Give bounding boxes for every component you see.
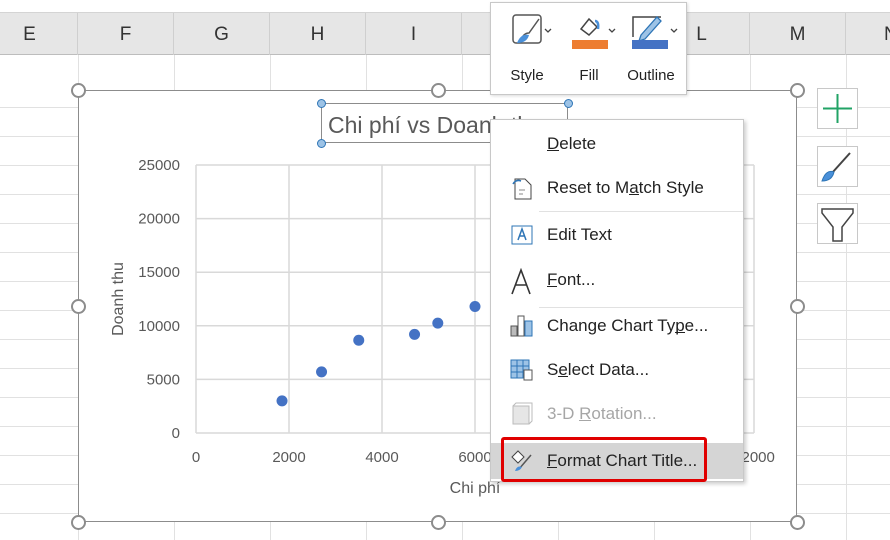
data-point [469,301,481,313]
highlight-box [501,437,707,482]
title-handle[interactable] [563,98,573,108]
menu-item-edit-text[interactable]: Edit Text [491,217,743,253]
column-header-i[interactable]: I [366,13,462,55]
x-tick-label: 6000 [458,449,491,466]
column-header-e[interactable]: E [0,13,78,55]
select-data-icon [509,358,535,382]
data-point [432,317,444,329]
x-tick-label: 2000 [272,449,305,466]
resize-handle-left[interactable] [70,298,86,314]
style-label: Style [510,67,544,84]
title-handle[interactable] [316,138,326,148]
menu-item-3-d-rotation: 3-D Rotation... [491,396,743,432]
outline-button[interactable]: Outline [621,11,681,84]
chart-styles-button[interactable] [817,146,858,187]
menu-item-label: 3-D Rotation... [547,404,657,423]
y-tick-label: 0 [172,425,180,442]
font-icon [509,267,535,295]
menu-item-label: Edit Text [547,225,612,244]
y-axis-title: Doanh thu [110,262,127,336]
y-tick-label: 25000 [138,157,180,174]
accelerator-underline [629,194,639,195]
menu-item-reset-to-match-style[interactable]: Reset to Match Style [491,170,743,206]
menu-separator [539,211,743,212]
resize-handle-bottom-left[interactable] [70,514,86,530]
data-point [316,366,328,378]
column-header-h[interactable]: H [270,13,366,55]
blank-icon [509,132,535,156]
resize-handle-top-left[interactable] [70,82,86,98]
title-handle[interactable] [316,98,326,108]
y-tick-label: 15000 [138,264,180,281]
menu-item-label: Reset to Match Style [547,178,704,197]
x-tick-label: 0 [192,449,200,466]
fill-bucket-icon [572,17,616,49]
y-tick-label: 5000 [147,371,180,388]
funnel-icon [821,208,854,242]
reset-style-icon [509,176,535,200]
y-tick-label: 10000 [138,318,180,335]
plus-icon [823,94,852,123]
data-point [353,334,365,346]
menu-item-delete[interactable]: Delete [491,126,743,162]
chart-elements-button[interactable] [817,88,858,129]
style-button[interactable]: Style [497,11,557,84]
edit-text-icon [509,223,535,247]
menu-item-font[interactable]: Font... [491,262,743,298]
resize-handle-top-right[interactable] [789,82,805,98]
menu-item-select-data[interactable]: Select Data... [491,352,743,388]
accelerator-underline [547,286,558,287]
accelerator-underline [547,150,560,151]
column-header-g[interactable]: G [174,13,270,55]
accelerator-underline [579,420,592,421]
context-menu: Delete Reset to Match Style Edit Text Font.… [490,119,744,482]
x-axis-title: Chi phí [450,480,501,497]
x-tick-label: 4000 [365,449,398,466]
menu-item-change-chart-type[interactable]: Change Chart Type... [491,308,743,344]
accelerator-underline [558,376,568,377]
brush-icon [821,152,851,182]
accelerator-underline [675,332,685,333]
resize-handle-top[interactable] [430,82,446,98]
resize-handle-right[interactable] [789,298,805,314]
y-tick-label: 20000 [138,211,180,228]
fill-button[interactable]: Fill [559,11,619,84]
resize-handle-bottom[interactable] [430,514,446,530]
column-header-f[interactable]: F [78,13,174,55]
column-headers: E F G H I L M N [0,12,890,55]
fill-label: Fill [579,67,599,84]
outline-label: Outline [627,67,675,84]
column-header-n[interactable]: N [846,13,890,55]
rotation-3d-icon [509,402,535,426]
menu-separator [539,307,743,308]
format-mini-toolbar: Style Fill Outline [490,2,687,95]
data-point [409,328,421,340]
brush-style-icon [512,14,552,44]
resize-handle-bottom-right[interactable] [789,514,805,530]
outline-pen-icon [632,16,678,49]
chart-filters-button[interactable] [817,203,858,244]
data-point [276,395,288,407]
column-header-m[interactable]: M [750,13,846,55]
chart-type-icon [509,314,535,338]
